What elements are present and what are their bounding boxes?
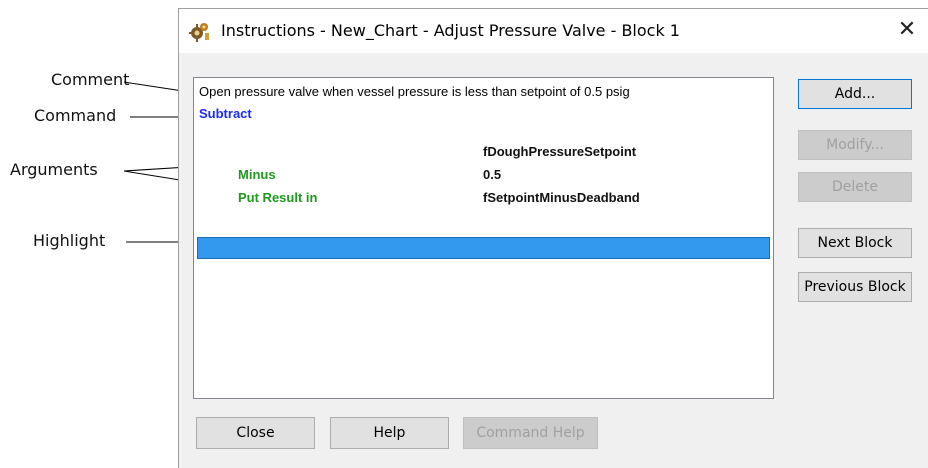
argument-value[interactable]: fSetpointMinusDeadband [483, 190, 640, 205]
instruction-list[interactable]: Open pressure valve when vessel pressure… [193, 77, 774, 399]
delete-button[interactable]: Delete [798, 172, 912, 202]
first-operand-value[interactable]: fDoughPressureSetpoint [483, 144, 636, 159]
dialog-title: Instructions - New_Chart - Adjust Pressu… [221, 21, 680, 40]
instruction-comment[interactable]: Open pressure valve when vessel pressure… [199, 84, 630, 99]
help-button[interactable]: Help [330, 417, 449, 449]
argument-name[interactable]: Minus [238, 167, 276, 182]
add-button[interactable]: Add... [798, 79, 912, 109]
highlighted-empty-row[interactable] [197, 237, 770, 259]
callout-highlight-label: Highlight [33, 231, 106, 250]
dialog-titlebar[interactable]: Instructions - New_Chart - Adjust Pressu… [179, 9, 928, 53]
previous-block-button[interactable]: Previous Block [798, 272, 912, 302]
callout-command-label: Command [34, 106, 117, 125]
gear-app-icon [188, 21, 210, 43]
close-button[interactable]: Close [196, 417, 315, 449]
callout-comment-label: Comment [51, 70, 130, 89]
argument-value[interactable]: 0.5 [483, 167, 501, 182]
instructions-dialog: Instructions - New_Chart - Adjust Pressu… [178, 8, 928, 468]
modify-button[interactable]: Modify... [798, 130, 912, 160]
argument-name[interactable]: Put Result in [238, 190, 317, 205]
close-icon[interactable]: ✕ [894, 17, 920, 43]
command-help-button[interactable]: Command Help [463, 417, 598, 449]
callout-arguments-label: Arguments [10, 160, 98, 179]
next-block-button[interactable]: Next Block [798, 228, 912, 258]
instruction-command[interactable]: Subtract [199, 106, 252, 121]
